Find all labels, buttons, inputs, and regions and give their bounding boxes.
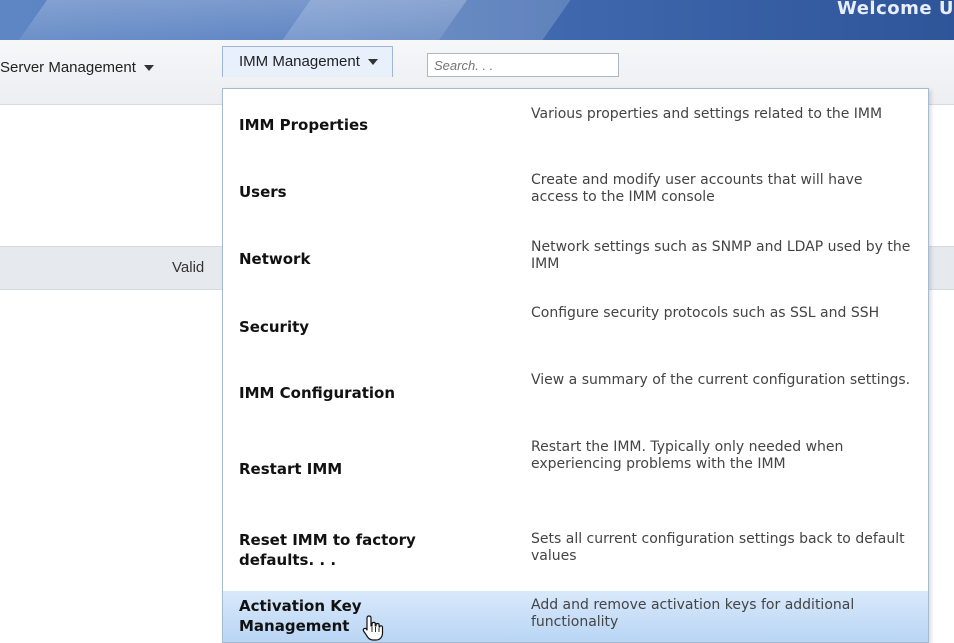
welcome-text: Welcome U [837,0,954,19]
menu-item-title: Security [239,318,310,336]
menu-item-desc: Various properties and settings related … [531,106,883,122]
menu-item-network[interactable]: Network Network settings such as SNMP an… [223,221,928,289]
menu-item-title: IMM Configuration [239,384,395,402]
menu-item-desc: Network settings such as SNMP and LDAP u… [531,239,911,272]
menu-item-title: Reset IMM to factory defaults. . . [239,531,416,569]
menu-item-desc: Add and remove activation keys for addit… [531,597,855,630]
hand-pointer-icon [362,615,384,641]
menu-item-security[interactable]: Security Configure security protocols su… [223,289,928,357]
menu-item-imm-properties[interactable]: IMM Properties Various properties and se… [223,89,928,155]
menu-item-users[interactable]: Users Create and modify user accounts th… [223,155,928,221]
imm-management-dropdown: IMM Properties Various properties and se… [222,88,929,643]
menu-item-desc: Sets all current configuration settings … [531,531,905,564]
chevron-down-icon [143,65,154,72]
menu-item-title: Users [239,183,287,201]
server-management-label: Server Management [0,59,136,76]
search-input[interactable] [427,53,619,77]
menu-item-activation-key-management[interactable]: Activation Key Management Add and remove… [223,591,928,642]
menu-item-desc: Configure security protocols such as SSL… [531,305,880,321]
menu-item-title: Network [239,250,311,268]
top-banner: Welcome U [0,0,954,40]
valid-column-header[interactable]: Valid [172,259,204,276]
banner-decoration [275,0,585,40]
menu-item-imm-configuration[interactable]: IMM Configuration View a summary of the … [223,357,928,427]
menu-item-title: Restart IMM [239,460,343,478]
menu-item-title: Activation Key Management [239,597,362,635]
menu-item-restart-imm[interactable]: Restart IMM Restart the IMM. Typically o… [223,427,928,509]
imm-management-label: IMM Management [239,53,360,70]
imm-management-menu[interactable]: IMM Management [222,46,393,77]
menu-item-desc: Create and modify user accounts that wil… [531,172,863,205]
chevron-down-icon [367,59,378,66]
menu-item-reset-imm-factory-defaults[interactable]: Reset IMM to factory defaults. . . Sets … [223,509,928,591]
menu-item-desc: View a summary of the current configurat… [531,372,911,388]
menu-item-title: IMM Properties [239,116,369,134]
menu-item-desc: Restart the IMM. Typically only needed w… [531,439,844,472]
server-management-menu[interactable]: Server Management [0,54,154,82]
